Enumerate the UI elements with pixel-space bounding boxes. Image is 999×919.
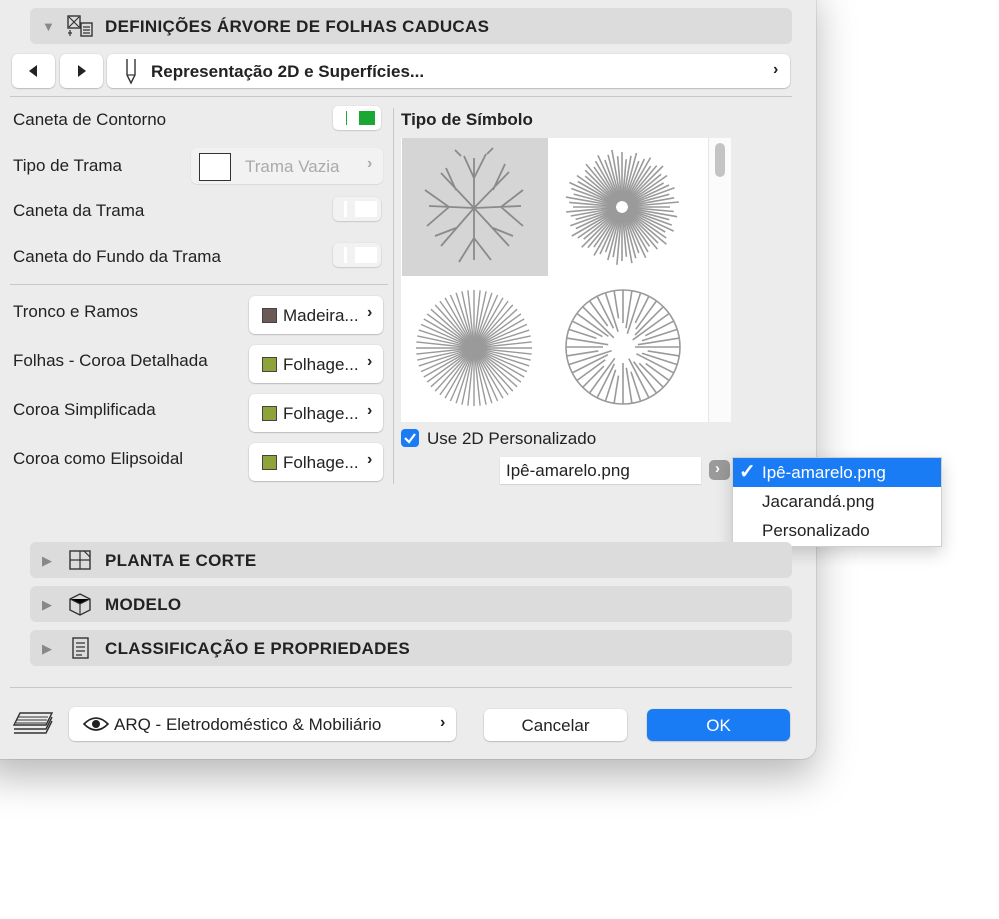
section-title: CLASSIFICAÇÃO E PROPRIEDADES (105, 639, 410, 658)
symbol-type-title: Tipo de Símbolo (401, 110, 533, 129)
chevron-right-icon: › (773, 61, 779, 78)
section-header-settings[interactable]: ▼ DEFINIÇÕES ÁRVORE DE FOLHAS CADUCAS (30, 8, 792, 44)
surface-selector-simplified-crown[interactable]: Folhage... › (249, 394, 383, 432)
pen-color-swatch (355, 247, 377, 263)
gallery-scrollbar-track[interactable] (708, 138, 731, 422)
panel-selector[interactable]: Representação 2D e Superfícies... › (107, 54, 790, 88)
next-panel-button[interactable] (60, 54, 103, 88)
document-list-icon (72, 637, 89, 659)
custom-file-value: Ipê-amarelo.png (506, 461, 630, 480)
use-custom-2d-checkbox[interactable] (401, 429, 419, 447)
dropdown-option-selected[interactable]: ✓ Ipê-amarelo.png (733, 458, 941, 487)
surface-value: Madeira... (283, 306, 359, 325)
surface-color-swatch (262, 406, 277, 421)
divider (10, 96, 792, 97)
layer-selector[interactable]: ARQ - Eletrodoméstico & Mobiliário › (69, 707, 456, 741)
surface-label: Coroa Simplificada (13, 400, 156, 419)
section-classification[interactable]: ▶ CLASSIFICAÇÃO E PROPRIEDADES (30, 630, 792, 666)
cancel-button-label: Cancelar (521, 716, 590, 735)
dropdown-option[interactable]: Jacarandá.png (733, 487, 941, 516)
fill-type-value: Trama Vazia (245, 157, 340, 176)
use-custom-2d-label: Use 2D Personalizado (427, 429, 597, 448)
dropdown-option-label: Personalizado (762, 521, 870, 540)
pen-weight-mark (344, 247, 347, 263)
outline-pen-label: Caneta de Contorno (13, 110, 167, 129)
custom-file-field[interactable]: Ipê-amarelo.png (500, 457, 701, 484)
fill-pen-control[interactable] (333, 197, 381, 221)
file-dropdown-menu: ✓ Ipê-amarelo.png Jacarandá.png Personal… (732, 457, 942, 547)
chevron-right-icon: › (367, 402, 373, 419)
chevron-right-icon: › (367, 304, 373, 321)
fill-background-pen-label: Caneta do Fundo da Trama (13, 247, 221, 266)
pen-icon (126, 59, 136, 85)
symbol-star-radial (416, 290, 532, 406)
cube-icon (69, 593, 91, 616)
chevron-right-icon: › (715, 460, 720, 477)
section-title: PLANTA E CORTE (105, 551, 257, 570)
divider (10, 687, 792, 688)
section-title: DEFINIÇÕES ÁRVORE DE FOLHAS CADUCAS (105, 17, 490, 36)
expand-triangle-icon[interactable]: ▶ (42, 553, 52, 569)
expand-triangle-icon[interactable]: ▶ (42, 641, 52, 657)
surface-selector-ellipsoid-crown[interactable]: Folhage... › (249, 443, 383, 481)
empty-fill-swatch (199, 153, 231, 181)
pen-weight-mark (346, 111, 347, 125)
divider (10, 284, 388, 285)
surface-color-swatch (262, 308, 277, 323)
chevron-right-icon: › (367, 451, 373, 468)
symbol-ring-radial (565, 289, 681, 405)
surface-selector-trunk[interactable]: Madeira... › (249, 296, 383, 334)
surface-label: Tronco e Ramos (13, 302, 139, 321)
chevron-right-icon: › (367, 155, 373, 172)
expand-triangle-icon[interactable]: ▶ (42, 597, 52, 613)
collapse-triangle-icon[interactable]: ▼ (42, 19, 55, 34)
panel-selector-label: Representação 2D e Superfícies... (151, 62, 425, 81)
surface-label: Coroa como Elipsoidal (13, 449, 184, 468)
surface-value: Folhage... (283, 355, 359, 374)
ok-button[interactable]: OK (647, 709, 790, 741)
fill-type-label: Tipo de Trama (13, 156, 122, 175)
dropdown-option-label: Jacarandá.png (762, 492, 875, 511)
outline-pen-control[interactable] (333, 106, 381, 130)
chevron-right-icon: › (367, 353, 373, 370)
fill-background-pen-control[interactable] (333, 243, 381, 267)
checkmark-icon: ✓ (739, 461, 756, 483)
surface-selector-detailed-crown[interactable]: Folhage... › (249, 345, 383, 383)
chevron-right-icon: › (440, 714, 446, 731)
ok-button-label: OK (706, 716, 731, 735)
surface-color-swatch (262, 357, 277, 372)
checkmark-icon (404, 433, 416, 444)
symbol-dense-radial (565, 149, 679, 265)
section-title: MODELO (105, 595, 182, 614)
arrow-right-icon (78, 65, 86, 77)
section-model[interactable]: ▶ MODELO (30, 586, 792, 622)
pen-color-swatch (355, 201, 377, 217)
surface-color-swatch (262, 455, 277, 470)
column-divider (393, 108, 394, 484)
fill-pen-label: Caneta da Trama (13, 201, 145, 220)
custom-file-menu-button[interactable]: › (709, 460, 730, 480)
surface-value: Folhage... (283, 404, 359, 423)
dropdown-option-label: Ipê-amarelo.png (762, 463, 886, 482)
symbol-gallery[interactable] (401, 138, 731, 422)
layers-icon (12, 712, 54, 734)
eye-icon (83, 717, 109, 731)
layer-selector-label: ARQ - Eletrodoméstico & Mobiliário (114, 715, 382, 734)
dropdown-option[interactable]: Personalizado (733, 516, 941, 545)
cancel-button[interactable]: Cancelar (484, 709, 627, 741)
fill-type-selector[interactable]: Trama Vazia › (191, 148, 383, 184)
arrow-left-icon (29, 65, 37, 77)
tree-symbols (416, 147, 681, 406)
surface-label: Folhas - Coroa Detalhada (13, 351, 208, 370)
prev-panel-button[interactable] (12, 54, 55, 88)
floor-plan-icon (69, 550, 91, 570)
pen-color-swatch (359, 111, 375, 125)
gallery-scrollbar-thumb[interactable] (715, 143, 725, 177)
surface-value: Folhage... (283, 453, 359, 472)
tree-settings-icon (67, 15, 93, 37)
symbol-branching-tree (424, 147, 524, 263)
pen-weight-mark (344, 201, 347, 217)
section-plan-section[interactable]: ▶ PLANTA E CORTE (30, 542, 792, 578)
